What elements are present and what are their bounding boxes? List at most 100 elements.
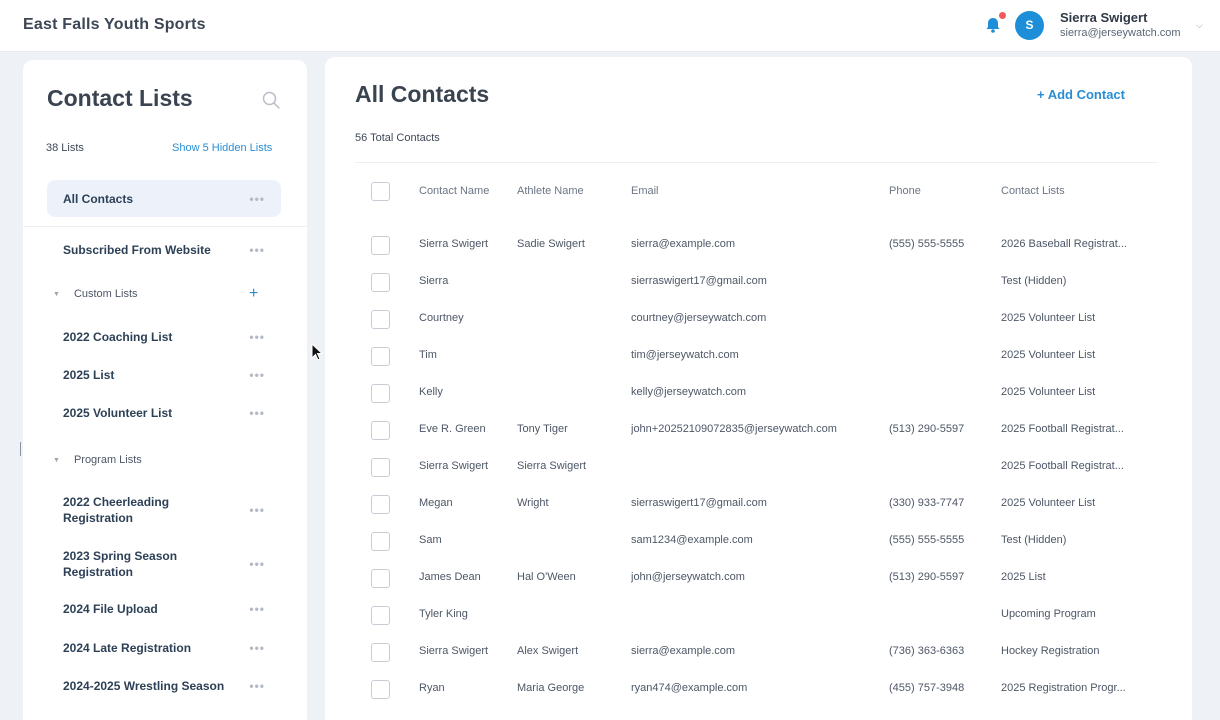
search-icon[interactable] xyxy=(261,90,281,110)
table-row[interactable]: Sam sam1234@example.com (555) 555-5555 Test… xyxy=(325,523,1192,560)
table-row[interactable]: Sierra Swigert Sierra Swigert 2025 Footbal… xyxy=(325,449,1192,486)
select-all-checkbox[interactable] xyxy=(371,182,390,201)
table-row[interactable]: Sierra Swigert Alex Swigert sierra@example… xyxy=(325,634,1192,671)
table-row[interactable]: Courtney courtney@jerseywatch.com 2025 Vol… xyxy=(325,301,1192,338)
table-row[interactable]: Kelly kelly@jerseywatch.com 2025 Volunteer… xyxy=(325,375,1192,412)
caret-down-icon[interactable]: ▼ xyxy=(53,457,60,464)
sidebar-item-2025-list[interactable]: 2025 List ••• xyxy=(47,356,281,393)
column-header-contact-lists[interactable]: Contact Lists xyxy=(1001,185,1065,197)
avatar[interactable]: S xyxy=(1015,11,1044,40)
table-row[interactable]: Megan Wright sierraswigert17@gmail.com (330… xyxy=(325,486,1192,523)
row-checkbox[interactable] xyxy=(371,643,390,662)
athlete-name-cell: Sierra Swigert xyxy=(517,460,587,472)
contact-name-cell: Tim xyxy=(419,349,437,361)
sidebar-item-label: 2025 Volunteer List xyxy=(63,405,173,420)
more-options-icon[interactable]: ••• xyxy=(249,330,265,344)
contact-name-cell: Sierra Swigert xyxy=(419,645,489,657)
org-name[interactable]: East Falls Youth Sports xyxy=(23,16,206,34)
row-checkbox[interactable] xyxy=(371,680,390,699)
table-row[interactable]: James Dean Hal O'Ween john@jerseywatch.com… xyxy=(325,560,1192,597)
more-options-icon[interactable]: ••• xyxy=(249,243,265,257)
row-checkbox[interactable] xyxy=(371,532,390,551)
sidebar-item-2024-2025-wrestling-season[interactable]: 2024-2025 Wrestling Season ••• xyxy=(47,667,281,704)
athlete-name-cell: Alex Swigert xyxy=(517,645,579,657)
column-header-contact-name[interactable]: Contact Name xyxy=(419,185,489,197)
sidebar-title: Contact Lists xyxy=(47,85,193,111)
add-contact-button[interactable]: + Add Contact xyxy=(1037,87,1125,102)
row-checkbox[interactable] xyxy=(371,421,390,440)
resize-handle[interactable] xyxy=(20,442,21,456)
table-row[interactable]: Ryan Maria George ryan474@example.com (455)… xyxy=(325,671,1192,708)
more-options-icon[interactable]: ••• xyxy=(249,503,265,517)
group-custom-lists[interactable]: ▼ Custom Lists xyxy=(53,288,138,300)
sidebar-item-label: 2022 Cheerleading Registration xyxy=(63,495,170,525)
table-row[interactable]: Eve R. Green Tony Tiger john+2025210907283… xyxy=(325,412,1192,449)
table-row[interactable]: Tyler King Upcoming Program xyxy=(325,597,1192,634)
contact-lists-cell: Upcoming Program xyxy=(1001,608,1096,620)
sidebar-item-label: 2024-2025 Wrestling Season xyxy=(63,678,225,693)
table-row[interactable]: Sierra Swigert Sadie Swigert sierra@exampl… xyxy=(325,227,1192,264)
more-options-icon[interactable]: ••• xyxy=(249,602,265,616)
column-header-athlete-name[interactable]: Athlete Name xyxy=(517,185,584,197)
row-checkbox[interactable] xyxy=(371,458,390,477)
contact-lists-cell: 2026 Baseball Registrat... xyxy=(1001,238,1127,250)
contact-name-cell: Sierra xyxy=(419,275,449,287)
show-hidden-lists-link[interactable]: Show 5 Hidden Lists xyxy=(172,142,272,154)
email-cell: john+20252109072835@jerseywatch.com xyxy=(631,423,837,435)
chevron-down-icon[interactable]: ⌵ xyxy=(1196,20,1203,31)
more-options-icon[interactable]: ••• xyxy=(249,641,265,655)
email-cell: sierra@example.com xyxy=(631,645,736,657)
phone-cell: (555) 555-5555 xyxy=(889,238,965,250)
sidebar-item-all-contacts[interactable]: All Contacts ••• xyxy=(47,180,281,217)
sidebar-item-2024-late-registration[interactable]: 2024 Late Registration ••• xyxy=(47,629,281,666)
row-checkbox[interactable] xyxy=(371,569,390,588)
more-options-icon[interactable]: ••• xyxy=(249,368,265,382)
contact-name-cell: James Dean xyxy=(419,571,481,583)
column-header-phone[interactable]: Phone xyxy=(889,185,921,197)
sidebar-item-subscribed-from-website[interactable]: Subscribed From Website ••• xyxy=(47,231,281,268)
group-label: Program Lists xyxy=(73,454,142,466)
sidebar-item-2023-spring-season-registration[interactable]: 2023 Spring Season Registration ••• xyxy=(47,544,281,584)
sidebar-item-2025-volunteer-list[interactable]: 2025 Volunteer List ••• xyxy=(47,394,281,431)
phone-cell: (330) 933-7747 xyxy=(889,497,965,509)
table-row[interactable]: Sierra sierraswigert17@gmail.com Test (Hid… xyxy=(325,264,1192,301)
more-options-icon[interactable]: ••• xyxy=(249,192,265,206)
row-checkbox[interactable] xyxy=(371,606,390,625)
sidebar-item-label: 2023 Spring Season Registration xyxy=(63,549,178,579)
row-checkbox[interactable] xyxy=(371,310,390,329)
add-list-icon[interactable]: + xyxy=(249,285,258,303)
phone-cell: (455) 757-3948 xyxy=(889,682,965,694)
more-options-icon[interactable]: ••• xyxy=(249,406,265,420)
row-checkbox[interactable] xyxy=(371,347,390,366)
phone-cell: (513) 290-5597 xyxy=(889,571,965,583)
table-row[interactable]: Tim tim@jerseywatch.com 2025 Volunteer Lis… xyxy=(325,338,1192,375)
user-name[interactable]: Sierra Swigert xyxy=(1060,10,1147,25)
email-cell: ryan474@example.com xyxy=(631,682,748,694)
sidebar-item-label: 2022 Coaching List xyxy=(63,329,173,344)
sidebar-item-2022-cheerleading-registration[interactable]: 2022 Cheerleading Registration ••• xyxy=(47,490,281,530)
row-checkbox[interactable] xyxy=(371,273,390,292)
group-program-lists[interactable]: ▼ Program Lists xyxy=(53,454,142,466)
contact-name-cell: Eve R. Green xyxy=(419,423,486,435)
top-bar: East Falls Youth Sports S Sierra Swigert… xyxy=(0,0,1220,52)
more-options-icon[interactable]: ••• xyxy=(249,557,265,571)
contact-name-cell: Courtney xyxy=(419,312,464,324)
contact-lists-cell: 2025 Volunteer List xyxy=(1001,312,1096,324)
row-checkbox[interactable] xyxy=(371,384,390,403)
email-cell: tim@jerseywatch.com xyxy=(631,349,739,361)
mouse-cursor-icon xyxy=(311,343,323,361)
caret-down-icon[interactable]: ▼ xyxy=(53,291,60,298)
column-header-email[interactable]: Email xyxy=(631,185,659,197)
row-checkbox[interactable] xyxy=(371,495,390,514)
contact-name-cell: Megan xyxy=(419,497,453,509)
more-options-icon[interactable]: ••• xyxy=(249,679,265,693)
list-count: 38 Lists xyxy=(46,142,84,154)
phone-cell: (513) 290-5597 xyxy=(889,423,965,435)
contact-lists-cell: Test (Hidden) xyxy=(1001,534,1067,546)
contact-lists-cell: 2025 Football Registrat... xyxy=(1001,423,1124,435)
sidebar-item-2024-file-upload[interactable]: 2024 File Upload ••• xyxy=(47,590,281,627)
sidebar-item-2022-coaching-list[interactable]: 2022 Coaching List ••• xyxy=(47,318,281,355)
group-label: Custom Lists xyxy=(73,288,138,300)
row-checkbox[interactable] xyxy=(371,236,390,255)
contact-lists-cell: Hockey Registration xyxy=(1001,645,1100,657)
